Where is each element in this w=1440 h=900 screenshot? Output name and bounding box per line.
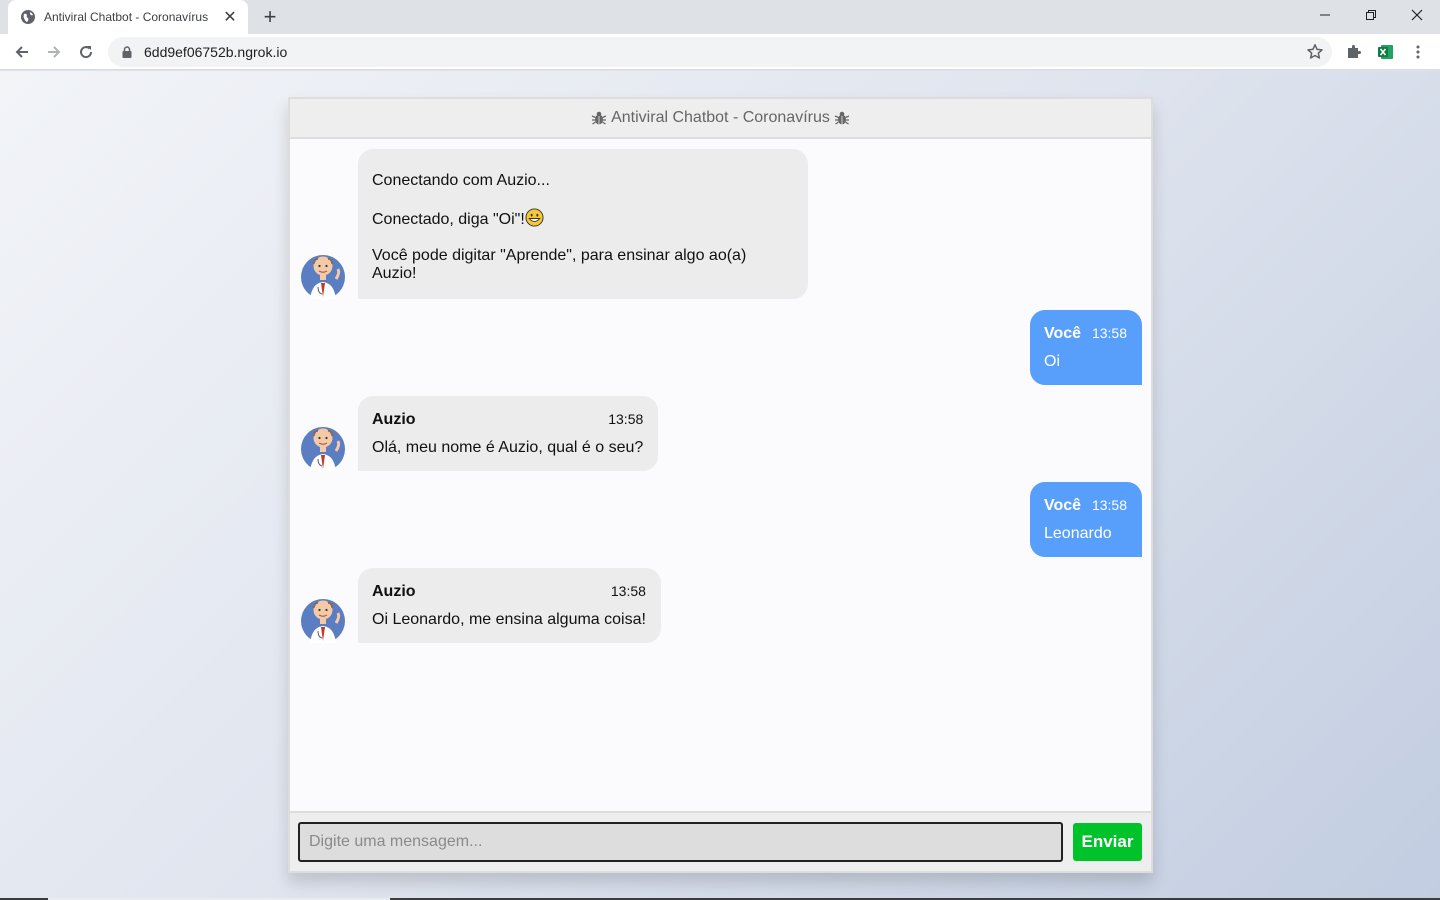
forward-button[interactable] bbox=[40, 38, 68, 66]
message-info: Auzio 13:58 bbox=[372, 582, 646, 601]
message-text: Conectando com Auzio... bbox=[372, 172, 550, 189]
chat-window: Antiviral Chatbot - Coronavírus Conectan… bbox=[288, 97, 1153, 873]
browser-tabstrip: Antiviral Chatbot - Coronavírus ✕ + bbox=[0, 0, 1440, 34]
message-time: 13:58 bbox=[1091, 497, 1127, 513]
message-info: Auzio 13:58 bbox=[372, 410, 643, 429]
bug-icon bbox=[834, 111, 850, 125]
message-info: Você 13:58 bbox=[1044, 324, 1127, 343]
bot-message: Auzio 13:58 Oi Leonardo, me ensina algum… bbox=[298, 568, 661, 643]
url-text: 6dd9ef06752b.ngrok.io bbox=[144, 44, 288, 60]
arrow-right-icon bbox=[48, 46, 61, 58]
tab-title: Antiviral Chatbot - Coronavírus bbox=[44, 10, 209, 24]
browser-tab[interactable]: Antiviral Chatbot - Coronavírus ✕ bbox=[8, 0, 248, 34]
message-time: 13:58 bbox=[610, 583, 646, 599]
restore-icon bbox=[1366, 10, 1376, 20]
message-author: Auzio bbox=[372, 411, 416, 428]
user-message: Você 13:58 Leonardo bbox=[1030, 482, 1142, 557]
page-viewport: Antiviral Chatbot - Coronavírus Conectan… bbox=[0, 71, 1440, 900]
excel-extension-button[interactable] bbox=[1372, 38, 1400, 66]
doctor-avatar bbox=[301, 255, 345, 299]
minimize-icon bbox=[1320, 14, 1330, 16]
message-author: Você bbox=[1044, 497, 1082, 514]
message-input[interactable] bbox=[298, 822, 1063, 862]
user-message-bubble: Você 13:58 Oi bbox=[1030, 310, 1142, 385]
message-form: Enviar bbox=[290, 811, 1151, 871]
chat-title: Antiviral Chatbot - Coronavírus bbox=[611, 109, 830, 126]
doctor-avatar bbox=[301, 599, 345, 643]
new-tab-button[interactable]: + bbox=[258, 4, 282, 29]
bot-message-bubble: Auzio 13:58 Olá, meu nome é Auzio, qual … bbox=[358, 396, 659, 471]
chat-header: Antiviral Chatbot - Coronavírus bbox=[290, 99, 1151, 139]
restore-button[interactable] bbox=[1348, 0, 1394, 30]
minimize-button[interactable] bbox=[1302, 0, 1348, 30]
message-author: Auzio bbox=[372, 583, 416, 600]
close-window-button[interactable] bbox=[1394, 0, 1440, 30]
browser-toolbar: 6dd9ef06752b.ngrok.io bbox=[0, 34, 1440, 70]
close-tab-icon[interactable]: ✕ bbox=[222, 9, 238, 26]
reload-icon bbox=[80, 46, 93, 59]
bot-message-bubble: Auzio 13:58 Oi Leonardo, me ensina algum… bbox=[358, 568, 661, 643]
close-icon bbox=[1411, 9, 1423, 21]
doctor-avatar bbox=[301, 427, 345, 471]
message-time: 13:58 bbox=[608, 411, 644, 427]
bot-message: Auzio 13:58 Olá, meu nome é Auzio, qual … bbox=[298, 396, 659, 471]
message-time: 13:58 bbox=[1091, 325, 1127, 341]
user-message-bubble: Você 13:58 Leonardo bbox=[1030, 482, 1142, 557]
bug-icon bbox=[591, 111, 607, 125]
message-info: Você 13:58 bbox=[1044, 496, 1127, 515]
globe-icon bbox=[21, 10, 35, 24]
message-text: Oi bbox=[1044, 353, 1060, 370]
reload-button[interactable] bbox=[72, 38, 100, 66]
chat-messages: Conectando com Auzio... Conectado, diga … bbox=[290, 139, 1151, 811]
extensions-button[interactable] bbox=[1340, 38, 1368, 66]
arrow-left-icon bbox=[15, 46, 28, 58]
bot-message: Conectando com Auzio... Conectado, diga … bbox=[298, 149, 808, 299]
lock-icon bbox=[122, 46, 132, 58]
message-text: Olá, meu nome é Auzio, qual é o seu? bbox=[372, 439, 644, 456]
message-text: Você pode digitar "Aprende", para ensina… bbox=[372, 247, 747, 282]
excel-icon bbox=[1378, 45, 1393, 59]
back-button[interactable] bbox=[8, 38, 36, 66]
send-button[interactable]: Enviar bbox=[1073, 823, 1142, 861]
more-vertical-icon bbox=[1416, 45, 1420, 59]
message-author: Você bbox=[1044, 325, 1082, 342]
puzzle-icon bbox=[1348, 45, 1361, 58]
address-bar[interactable]: 6dd9ef06752b.ngrok.io bbox=[108, 37, 1332, 67]
message-text: Leonardo bbox=[1044, 525, 1112, 542]
star-icon[interactable] bbox=[1306, 43, 1324, 61]
message-text: Oi Leonardo, me ensina alguma coisa! bbox=[372, 611, 646, 628]
user-message: Você 13:58 Oi bbox=[1030, 310, 1142, 385]
bot-message-bubble: Conectando com Auzio... Conectado, diga … bbox=[358, 149, 808, 299]
grinning-face-emoji bbox=[525, 208, 544, 227]
menu-button[interactable] bbox=[1404, 38, 1432, 66]
message-text: Conectado, diga "Oi"! bbox=[372, 211, 525, 228]
